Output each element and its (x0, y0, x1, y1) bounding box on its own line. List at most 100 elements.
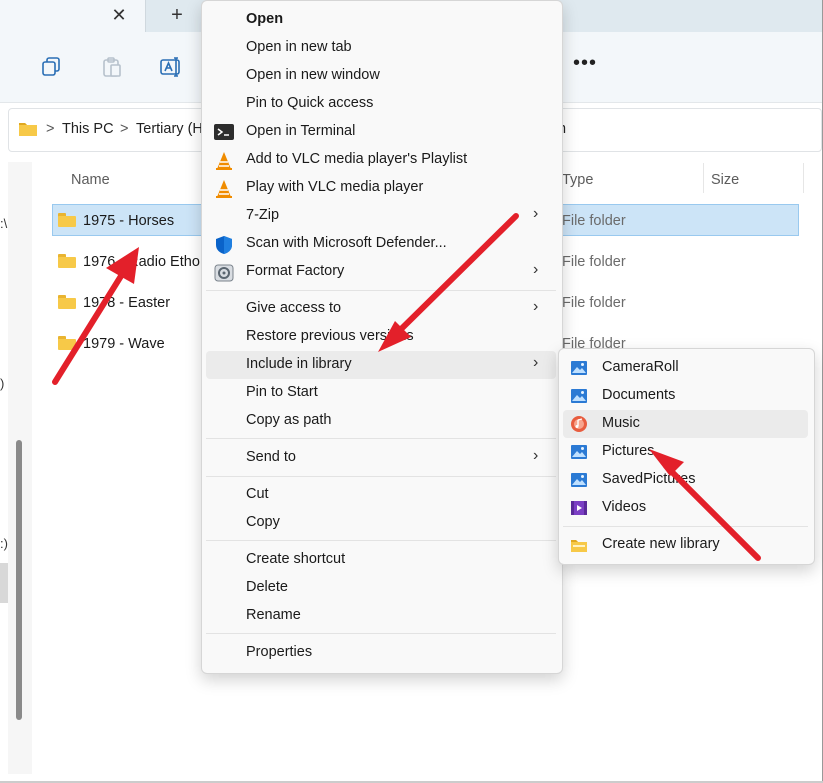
menu-item-delete[interactable]: Delete (202, 574, 560, 602)
menu-item-7-zip[interactable]: 7-Zip › (202, 202, 560, 230)
menu-item-scan-with-defender[interactable]: Scan with Microsoft Defender... (202, 230, 560, 258)
defender-shield-icon (214, 235, 234, 254)
nav-item-fragment[interactable]: ) (0, 376, 4, 391)
submenu-item-documents[interactable]: Documents (560, 382, 810, 410)
more-options-button[interactable]: ••• (573, 52, 597, 75)
menu-item-copy[interactable]: Copy (202, 509, 560, 537)
menu-item-label: Scan with Microsoft Defender... (246, 235, 447, 251)
menu-item-label: Create shortcut (246, 551, 346, 567)
chevron-right-icon: › (533, 447, 539, 464)
menu-item-label: Send to (246, 449, 296, 465)
menu-item-copy-as-path[interactable]: Copy as path (202, 407, 560, 435)
music-library-icon (570, 415, 588, 433)
submenu-item-create-new-library[interactable]: Create new library (560, 531, 810, 559)
breadcrumb-separator: > (46, 121, 55, 137)
menu-separator (206, 476, 556, 477)
breadcrumb-this-pc[interactable]: This PC (62, 121, 114, 137)
picture-library-icon (570, 443, 588, 461)
menu-item-label: 7-Zip (246, 207, 280, 223)
picture-library-icon (570, 471, 588, 489)
menu-item-cut[interactable]: Cut (202, 481, 560, 509)
file-name[interactable]: 1976 - Radio Etho (83, 254, 200, 270)
menu-item-label: Rename (246, 607, 301, 623)
menu-item-rename[interactable]: Rename (202, 602, 560, 630)
menu-separator (206, 290, 556, 291)
menu-item-pin-to-quick-access[interactable]: Pin to Quick access (202, 90, 560, 118)
submenu-item-savedpictures[interactable]: SavedPictures (560, 466, 810, 494)
submenu-item-label: Music (602, 415, 640, 431)
file-type: File folder (562, 213, 626, 229)
menu-item-include-in-library[interactable]: Include in library › (206, 351, 556, 379)
menu-item-pin-to-start[interactable]: Pin to Start (202, 379, 560, 407)
file-name[interactable]: 1975 - Horses (83, 213, 174, 229)
video-library-icon (570, 499, 588, 517)
menu-item-format-factory[interactable]: Format Factory › (202, 258, 560, 286)
menu-item-label: Copy as path (246, 412, 332, 428)
rename-icon[interactable] (159, 55, 183, 79)
menu-separator (206, 438, 556, 439)
menu-separator (206, 540, 556, 541)
file-name[interactable]: 1978 - Easter (83, 295, 170, 311)
menu-item-label: Add to VLC media player's Playlist (246, 151, 468, 167)
chevron-right-icon: › (533, 261, 539, 278)
navigation-selected-item[interactable] (0, 563, 8, 603)
submenu-item-label: Documents (602, 387, 676, 403)
column-header-name[interactable]: Name (71, 172, 110, 188)
menu-separator (563, 526, 808, 527)
column-header-size[interactable]: Size (711, 172, 739, 188)
menu-item-label: Cut (246, 486, 269, 502)
menu-item-restore-previous-versions[interactable]: Restore previous versions (202, 323, 560, 351)
submenu-item-label: Videos (602, 499, 647, 515)
menu-item-open[interactable]: Open (202, 6, 560, 34)
menu-item-open-in-terminal[interactable]: Open in Terminal (202, 118, 560, 146)
folder-icon (18, 121, 38, 137)
menu-item-give-access-to[interactable]: Give access to › (202, 295, 560, 323)
submenu-item-label: SavedPictures (602, 471, 696, 487)
submenu-item-label: Pictures (602, 443, 655, 459)
menu-item-add-to-vlc-playlist[interactable]: Add to VLC media player's Playlist (202, 146, 560, 174)
column-divider[interactable] (803, 163, 804, 193)
nav-item-fragment[interactable]: :\ (0, 216, 7, 231)
menu-item-label: Include in library (246, 356, 352, 372)
vlc-icon (214, 151, 234, 170)
copy-icon[interactable] (40, 55, 64, 79)
submenu-item-label: Create new library (602, 536, 720, 552)
menu-item-label: Properties (246, 644, 313, 660)
format-factory-icon (214, 263, 234, 282)
submenu-item-pictures[interactable]: Pictures (560, 438, 810, 466)
menu-item-label: Delete (246, 579, 288, 595)
submenu-item-music[interactable]: Music (563, 410, 808, 438)
navigation-scrollbar[interactable] (16, 440, 22, 720)
chevron-right-icon: › (533, 205, 539, 222)
vlc-icon (214, 179, 234, 198)
tab-close-button[interactable]: ✕ (108, 4, 130, 26)
submenu-item-videos[interactable]: Videos (560, 494, 810, 522)
new-tab-button[interactable]: + (166, 4, 188, 26)
chevron-right-icon: › (533, 354, 539, 371)
nav-item-fragment[interactable]: :) (0, 536, 8, 551)
folder-icon (58, 295, 76, 309)
file-name[interactable]: 1979 - Wave (83, 336, 165, 352)
menu-item-send-to[interactable]: Send to › (202, 444, 560, 472)
terminal-icon (214, 123, 234, 141)
menu-item-open-in-new-tab[interactable]: Open in new tab (202, 34, 560, 62)
folder-icon (58, 213, 76, 227)
column-header-type[interactable]: Type (562, 172, 593, 188)
menu-item-label: Copy (246, 514, 280, 530)
picture-library-icon (570, 387, 588, 405)
submenu-item-cameraroll[interactable]: CameraRoll (560, 354, 810, 382)
menu-item-label: Open in new window (246, 67, 380, 83)
menu-item-open-in-new-window[interactable]: Open in new window (202, 62, 560, 90)
menu-item-play-with-vlc[interactable]: Play with VLC media player (202, 174, 560, 202)
menu-item-label: Open (246, 11, 284, 27)
chevron-right-icon: › (533, 298, 539, 315)
paste-icon[interactable] (100, 55, 124, 79)
column-divider[interactable] (703, 163, 704, 193)
submenu-item-label: CameraRoll (602, 359, 679, 375)
menu-item-label: Format Factory (246, 263, 345, 279)
menu-item-label: Give access to (246, 300, 342, 316)
menu-item-properties[interactable]: Properties (202, 639, 560, 667)
new-library-folder-icon (570, 536, 588, 554)
menu-item-create-shortcut[interactable]: Create shortcut (202, 546, 560, 574)
breadcrumb-tertiary[interactable]: Tertiary (H (136, 121, 203, 137)
